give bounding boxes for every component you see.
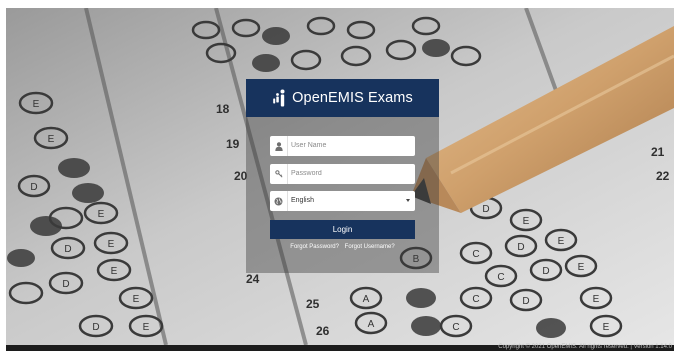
svg-text:25: 25 bbox=[306, 297, 320, 311]
chevron-down-icon bbox=[406, 199, 410, 202]
svg-text:19: 19 bbox=[226, 137, 240, 151]
svg-text:26: 26 bbox=[316, 324, 330, 338]
key-icon bbox=[270, 164, 288, 184]
svg-text:C: C bbox=[497, 272, 504, 283]
svg-text:22: 22 bbox=[656, 169, 670, 183]
forgot-username-link[interactable]: Forgot Username? bbox=[345, 244, 395, 250]
svg-text:D: D bbox=[522, 296, 529, 307]
svg-text:18: 18 bbox=[216, 102, 230, 116]
svg-text:21: 21 bbox=[651, 145, 665, 159]
forgot-links: Forgot Password? Forgot Username? bbox=[246, 244, 439, 250]
svg-text:D: D bbox=[62, 279, 69, 290]
svg-text:D: D bbox=[482, 204, 489, 215]
copyright-text: Copyright © 2021 OpenEMIS. All rights re… bbox=[498, 344, 672, 350]
svg-text:E: E bbox=[133, 294, 140, 305]
brand-name: OpenEMIS Exams bbox=[292, 90, 413, 106]
svg-text:D: D bbox=[64, 244, 71, 255]
svg-text:E: E bbox=[108, 239, 115, 250]
forgot-password-link[interactable]: Forgot Password? bbox=[290, 244, 339, 250]
svg-text:A: A bbox=[368, 319, 375, 330]
language-selected-value: English bbox=[291, 197, 314, 204]
svg-text:E: E bbox=[98, 209, 105, 220]
login-panel: OpenEMIS Exams English Login Forgot Pass… bbox=[246, 79, 439, 273]
username-input[interactable] bbox=[291, 136, 409, 156]
svg-text:E: E bbox=[111, 266, 118, 277]
svg-text:E: E bbox=[603, 322, 610, 333]
password-field[interactable] bbox=[270, 164, 415, 184]
globe-icon bbox=[270, 191, 288, 211]
svg-text:D: D bbox=[30, 182, 37, 193]
svg-text:D: D bbox=[92, 322, 99, 333]
svg-text:E: E bbox=[593, 294, 600, 305]
user-icon bbox=[270, 136, 288, 156]
svg-text:C: C bbox=[472, 294, 479, 305]
openemis-figure-logo-icon bbox=[272, 89, 287, 107]
language-select[interactable]: English bbox=[270, 191, 415, 211]
svg-text:E: E bbox=[558, 236, 565, 247]
svg-text:E: E bbox=[578, 262, 585, 273]
svg-text:C: C bbox=[472, 249, 479, 260]
footer-bar: Copyright © 2021 OpenEMIS. All rights re… bbox=[6, 344, 674, 351]
svg-text:E: E bbox=[143, 322, 150, 333]
svg-text:A: A bbox=[363, 294, 370, 305]
login-button[interactable]: Login bbox=[270, 220, 415, 239]
svg-text:E: E bbox=[48, 134, 55, 145]
svg-text:C: C bbox=[452, 322, 459, 333]
svg-text:E: E bbox=[523, 216, 530, 227]
svg-text:D: D bbox=[542, 266, 549, 277]
svg-text:D: D bbox=[517, 242, 524, 253]
password-input[interactable] bbox=[291, 164, 409, 184]
svg-text:24: 24 bbox=[246, 272, 260, 286]
svg-text:E: E bbox=[33, 99, 40, 110]
login-header: OpenEMIS Exams bbox=[246, 79, 439, 117]
username-field[interactable] bbox=[270, 136, 415, 156]
